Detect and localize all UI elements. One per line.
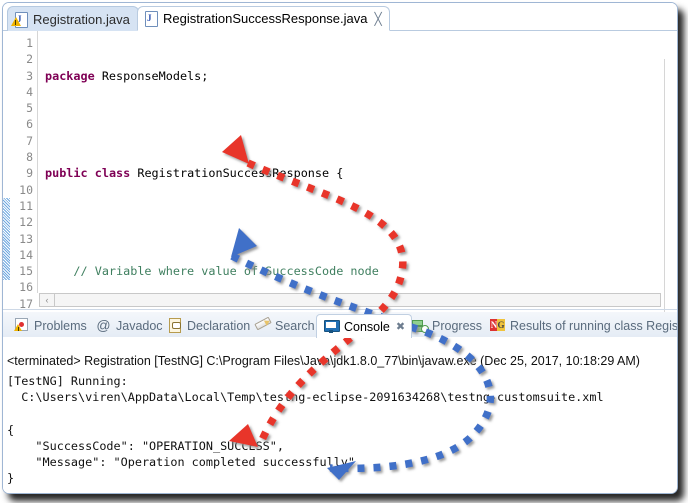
java-file-icon: J	[145, 11, 158, 27]
code-line-1: package ResponseModels;	[45, 68, 209, 83]
close-icon[interactable]: ╳	[375, 13, 382, 25]
editor-tab-registrationsuccessresponse[interactable]: J RegistrationSuccessResponse.java ╳	[137, 6, 390, 31]
editor-horizontal-scrollbar[interactable]: ‹	[39, 293, 661, 307]
console-monitor-icon	[324, 319, 340, 334]
tab-progress[interactable]: Progress	[405, 314, 489, 337]
bottom-panel: Problems @ Javadoc Declaration Search Co…	[3, 312, 678, 493]
console-line-4: {	[7, 423, 15, 437]
tab-label: Search	[275, 318, 315, 333]
change-bar-gutter	[3, 31, 10, 293]
tab-label: Problems	[34, 318, 87, 333]
console-line-1: [TestNG] Running:	[7, 374, 128, 388]
tab-label: Console	[344, 319, 390, 334]
scroll-left-icon[interactable]: ‹	[40, 294, 55, 306]
editor-tab-label: Registration.java	[33, 11, 130, 27]
code-area[interactable]: 1 2 3 4 5 6 7 8 9 10 11 12 13 14 15 16 1	[3, 31, 677, 321]
search-pencil-icon	[254, 316, 272, 333]
console-process-header: <terminated> Registration [TestNG] C:\Pr…	[7, 354, 640, 368]
tab-console[interactable]: Console ✖	[316, 314, 413, 338]
keyword-package: package	[45, 68, 95, 83]
editor-tabbar: J Registration.java J RegistrationSucces…	[3, 3, 677, 31]
java-file-warning-icon: J	[11, 11, 28, 28]
screenshot-root: J Registration.java J RegistrationSucces…	[0, 0, 688, 503]
close-icon[interactable]: ✖	[396, 320, 405, 333]
code-line-5: // Variable where value of SuccessCode n…	[45, 264, 379, 279]
line-number-gutter: 1 2 3 4 5 6 7 8 9 10 11 12 13 14 15 16 1	[10, 31, 37, 311]
console-line-5: "SuccessCode": "OPERATION_SUCCESS",	[7, 439, 284, 453]
overview-ruler[interactable]	[664, 59, 677, 321]
tab-testng-results[interactable]: NG Results of running class Registrati	[483, 314, 678, 337]
editor-tab-label: RegistrationSuccessResponse.java	[163, 11, 368, 26]
bottom-panel-tabbar: Problems @ Javadoc Declaration Search Co…	[3, 312, 678, 338]
tab-label: Results of running class Registrati	[510, 318, 678, 333]
console-output-area[interactable]: <terminated> Registration [TestNG] C:\Pr…	[3, 337, 677, 493]
testng-icon: NG	[490, 319, 505, 331]
progress-icon	[412, 318, 429, 333]
code-text[interactable]: package ResponseModels; public class Reg…	[38, 31, 677, 293]
console-line-2: C:\Users\viren\AppData\Local\Temp\testng…	[7, 390, 604, 404]
tab-search[interactable]: Search	[248, 314, 322, 337]
tab-javadoc[interactable]: @ Javadoc	[89, 314, 170, 337]
at-sign-icon: @	[96, 317, 111, 333]
code-line-3: public class RegistrationSuccessResponse…	[45, 166, 344, 181]
problems-icon	[14, 318, 29, 333]
editor-tab-registration[interactable]: J Registration.java	[7, 6, 139, 31]
changed-lines-marker	[3, 198, 10, 280]
tab-problems[interactable]: Problems	[7, 314, 94, 337]
eclipse-window: J Registration.java J RegistrationSucces…	[2, 2, 678, 494]
tab-label: Declaration	[187, 318, 251, 333]
editor-pane: J Registration.java J RegistrationSucces…	[3, 3, 677, 321]
declaration-icon	[167, 318, 182, 333]
console-line-7: }	[7, 471, 15, 485]
tab-label: Javadoc	[116, 318, 163, 333]
console-line-6: "Message": "Operation completed successf…	[7, 455, 356, 469]
tab-declaration[interactable]: Declaration	[160, 314, 257, 337]
tab-label: Progress	[432, 318, 483, 333]
editor-bottom-divider	[3, 309, 677, 310]
